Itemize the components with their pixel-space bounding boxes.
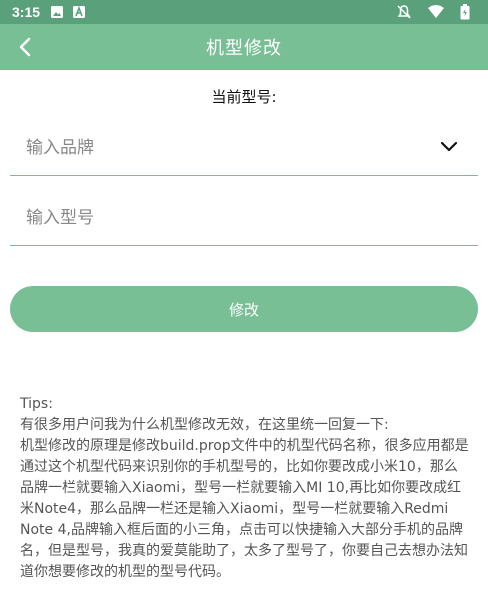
image-icon xyxy=(50,5,64,19)
back-arrow-icon[interactable] xyxy=(10,32,40,62)
tips-heading: Tips: xyxy=(20,396,53,412)
tips-body: 机型修改的原理是修改build.prop文件中的机型代码名称，很多应用都是通过这… xyxy=(20,438,469,580)
page-title: 机型修改 xyxy=(206,38,282,59)
brand-placeholder: 输入品牌 xyxy=(26,138,94,158)
tips-line1: 有很多用户问我为什么机型修改无效，在这里统一回复一下: xyxy=(20,417,389,433)
notifications-off-icon xyxy=(396,4,412,20)
status-bar: 3:15 xyxy=(0,0,488,24)
wifi-icon xyxy=(428,5,444,19)
brand-input[interactable]: 输入品牌 xyxy=(10,116,478,176)
status-time: 3:15 xyxy=(12,4,41,20)
modify-button[interactable]: 修改 xyxy=(10,286,478,332)
a-letter-icon xyxy=(72,5,86,19)
battery-icon xyxy=(460,4,470,20)
model-placeholder: 输入型号 xyxy=(26,208,94,228)
status-right-icons xyxy=(396,4,478,20)
model-input[interactable]: 输入型号 xyxy=(10,186,478,246)
app-bar: 机型修改 xyxy=(0,24,488,70)
current-model-label: 当前型号: xyxy=(211,88,277,106)
chevron-down-icon[interactable] xyxy=(438,136,460,158)
tips-section: Tips: 有很多用户问我为什么机型修改无效，在这里统一回复一下: 机型修改的原… xyxy=(20,394,470,583)
modify-button-label: 修改 xyxy=(228,300,259,319)
